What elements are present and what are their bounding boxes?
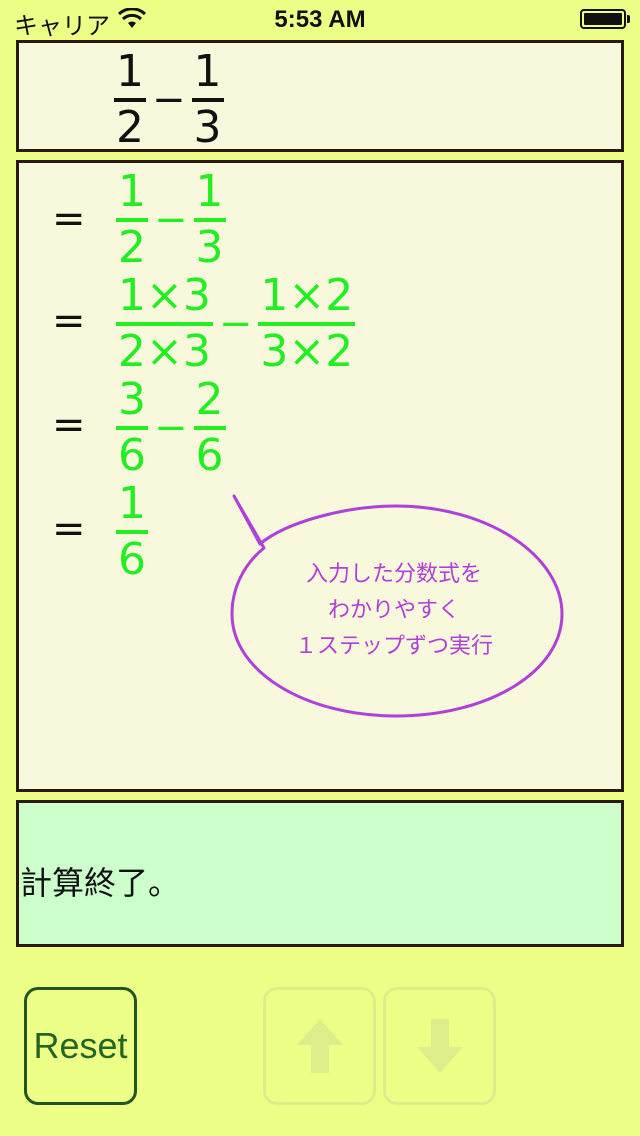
step-up-button[interactable] [263,987,376,1105]
battery-tip [627,15,630,23]
numerator: 1 [116,46,144,97]
denominator: 6 [118,534,146,585]
step-1: 12 − 13 [116,170,226,270]
denominator: 2 [118,222,146,273]
step-3: 36 − 26 [116,378,226,478]
input-expression-panel [16,40,624,152]
equals-sign: = [52,506,86,552]
denominator: 2 [116,102,144,153]
status-time: 5:53 AM [274,6,366,33]
operator: − [152,77,186,123]
operator: − [154,197,188,243]
operator: − [218,301,253,347]
numerator: 1 [118,166,146,217]
denominator: 6 [118,430,146,481]
numerator: 1×2 [260,270,354,321]
bubble-text: 入力した分数式を わかりやすく １ステップずつ実行 [232,557,556,665]
bubble-line: わかりやすく [327,598,460,623]
numerator: 2 [195,374,224,425]
arrow-up-icon [296,1019,343,1073]
denominator: 3 [195,222,224,273]
numerator: 1×3 [118,270,211,321]
arrow-down-icon [416,1019,463,1073]
denominator: 3×2 [260,326,354,377]
step-4: 16 [116,482,148,582]
bubble-line: １ステップずつ実行 [294,634,493,659]
numerator: 1 [118,478,146,529]
numerator: 1 [193,46,222,97]
reset-button-label: Reset [33,1025,128,1066]
equals-sign: = [52,196,86,242]
equals-sign: = [52,402,86,448]
bubble-line: 入力した分数式を [305,562,482,587]
fraction: 1 3 [191,46,224,153]
status-message: 計算終了。 [20,864,181,902]
denominator: 2×3 [118,326,211,377]
step-down-button[interactable] [383,987,496,1105]
operator: − [154,405,188,451]
status-bar: キャリア 5:53 AM [0,0,640,40]
numerator: 3 [118,374,146,425]
equals-sign: = [52,298,86,344]
denominator: 6 [195,430,224,481]
denominator: 3 [193,102,222,153]
step-2: 1×3 2×3 − 1×2 3×2 [116,270,356,377]
numerator: 1 [195,166,224,217]
input-expression: 1 2 − 1 3 [114,50,224,150]
battery-icon [580,9,626,29]
fraction: 1 2 [114,50,146,150]
reset-button[interactable]: Reset [24,987,137,1105]
